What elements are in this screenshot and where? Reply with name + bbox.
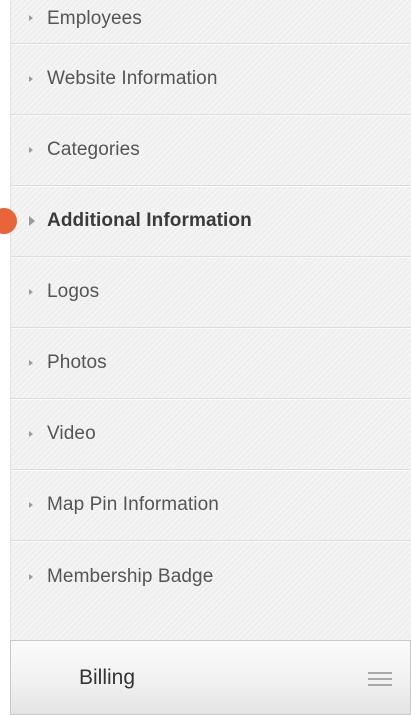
nav-item-label: Additional Information: [47, 210, 252, 231]
nav-item-additional-information[interactable]: Additional Information: [0, 186, 411, 257]
menu-line: [368, 684, 392, 686]
nav-item-logos[interactable]: Logos: [11, 257, 411, 328]
hamburger-menu-icon[interactable]: [368, 672, 392, 686]
chevron-right-icon: [29, 289, 33, 295]
nav-item-membership-badge[interactable]: Membership Badge: [11, 541, 411, 612]
nav-item-photos[interactable]: Photos: [11, 328, 411, 399]
nav-item-label: Categories: [47, 139, 140, 160]
nav-item-website-information[interactable]: Website Information: [11, 44, 411, 115]
nav-item-video[interactable]: Video: [11, 399, 411, 470]
chevron-right-icon: [29, 573, 33, 580]
nav-item-label: Map Pin Information: [47, 494, 219, 515]
chevron-right-icon: [29, 76, 33, 82]
menu-line: [368, 678, 392, 680]
billing-bar[interactable]: Billing: [10, 640, 411, 715]
chevron-right-icon: [29, 360, 33, 366]
chevron-right-icon: [29, 216, 35, 226]
menu-line: [368, 672, 392, 674]
chevron-right-icon: [29, 431, 33, 437]
nav-item-label: Photos: [47, 352, 107, 373]
nav-item-map-pin-information[interactable]: Map Pin Information: [11, 470, 411, 541]
chevron-right-icon: [29, 502, 33, 508]
section-nav-panel: Employees Website Information Categories…: [0, 0, 411, 640]
nav-item-employees[interactable]: Employees: [11, 0, 411, 44]
nav-item-label: Video: [47, 423, 96, 444]
nav-item-label: Logos: [47, 281, 100, 302]
active-indicator-dot: [0, 208, 17, 234]
section-nav-list: Employees Website Information Categories…: [0, 0, 411, 612]
nav-item-label: Website Information: [47, 68, 218, 89]
nav-item-label: Employees: [47, 8, 142, 29]
chevron-right-icon: [29, 15, 33, 21]
billing-title: Billing: [79, 665, 136, 689]
nav-item-categories[interactable]: Categories: [11, 115, 411, 186]
nav-item-label: Membership Badge: [47, 565, 214, 587]
chevron-right-icon: [29, 147, 33, 153]
